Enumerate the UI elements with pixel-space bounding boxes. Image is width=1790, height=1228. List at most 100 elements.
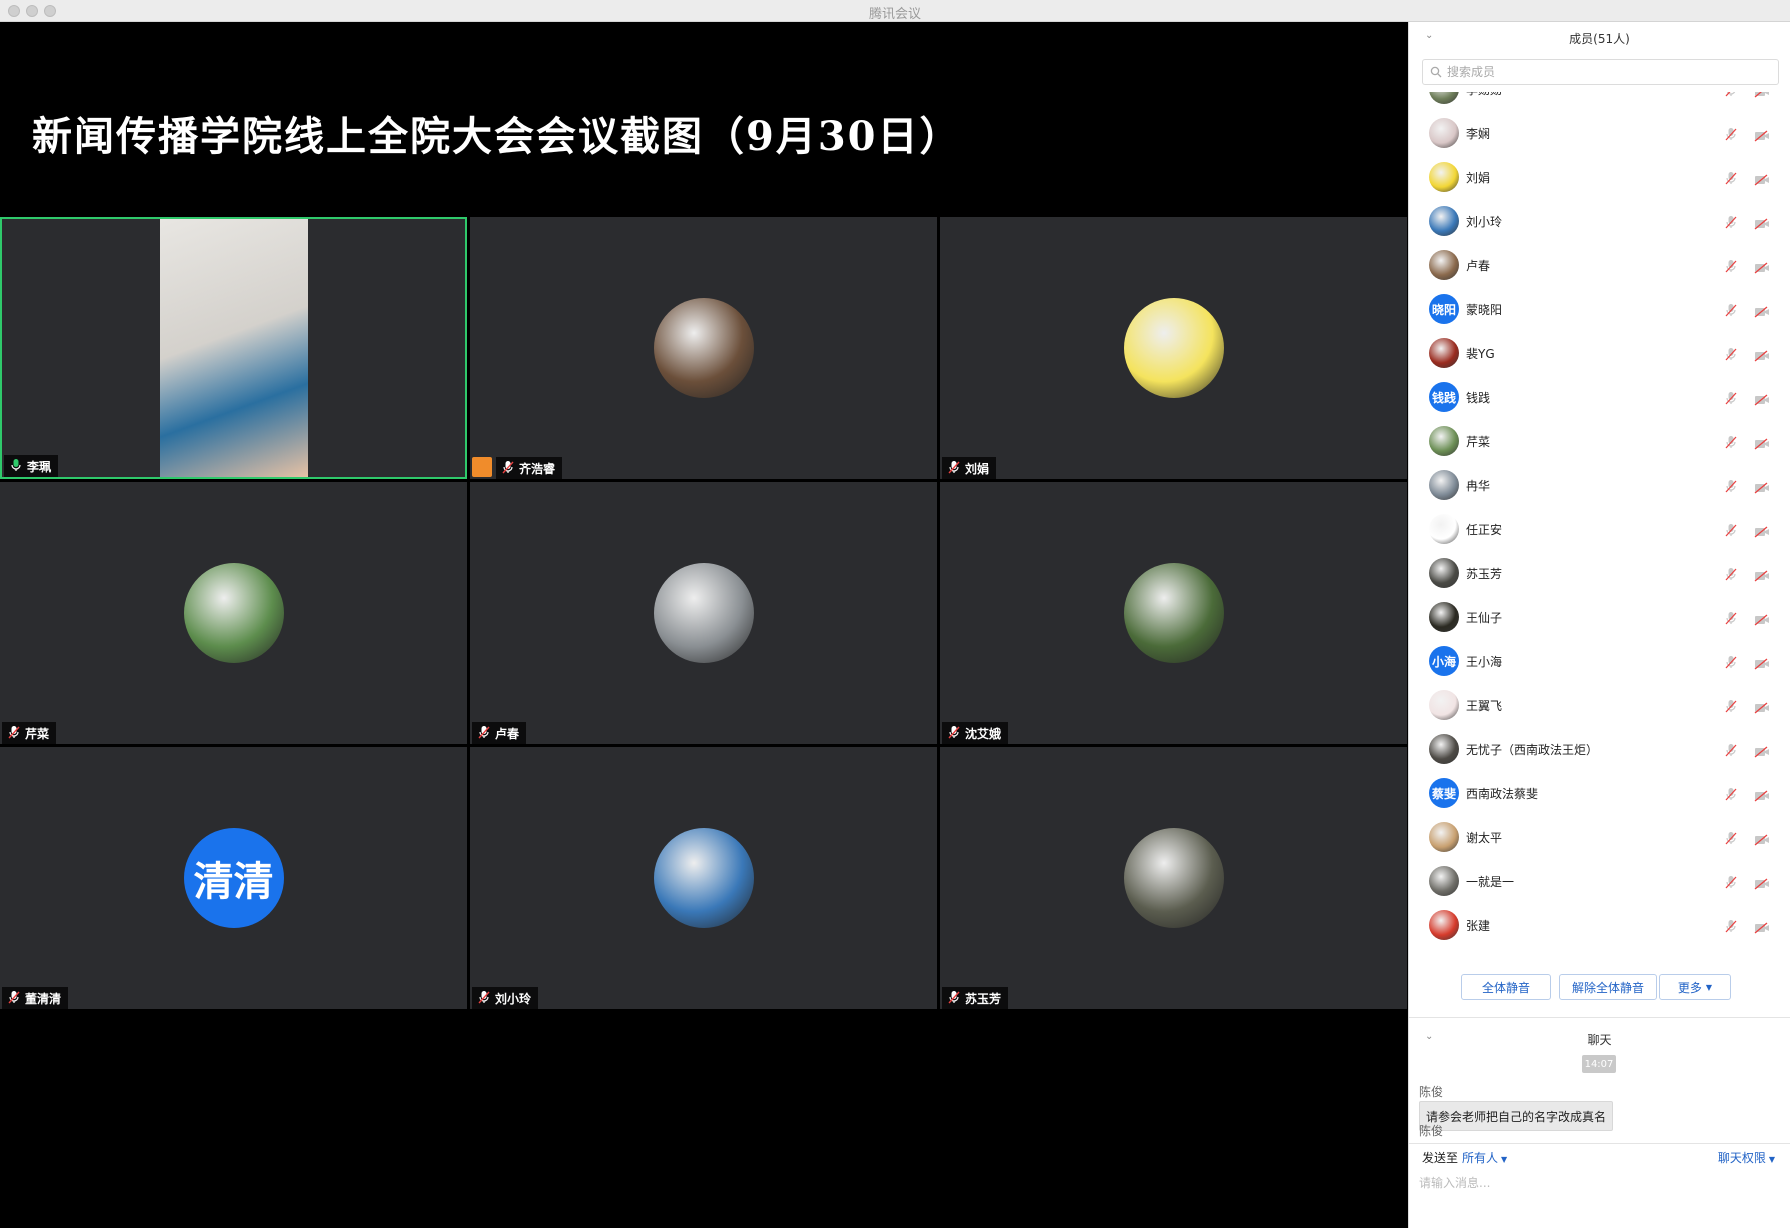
participant-name: 芹菜	[25, 726, 50, 741]
participant-name: 董清清	[25, 991, 62, 1006]
member-avatar	[1429, 514, 1459, 544]
mic-muted-icon[interactable]	[1725, 170, 1737, 189]
camera-off-icon[interactable]	[1754, 611, 1770, 630]
chat-permission-label: 聊天权限	[1717, 1151, 1766, 1165]
camera-off-icon[interactable]	[1754, 523, 1770, 542]
participant-label: 刘娟	[942, 457, 997, 479]
participant-avatar	[183, 563, 284, 663]
member-row[interactable]: 无忧子（西南政法王炬）	[1409, 728, 1790, 772]
dropdown-arrow-icon: ▼	[1501, 1155, 1508, 1164]
mic-muted-icon[interactable]	[1725, 742, 1737, 761]
participant-label: 卢春	[472, 722, 527, 744]
more-button[interactable]: 更多 ▼	[1659, 974, 1731, 1000]
member-row[interactable]: 张建	[1409, 904, 1790, 948]
mic-muted-icon[interactable]	[1725, 698, 1737, 717]
camera-off-icon[interactable]	[1754, 743, 1770, 762]
search-icon	[1430, 66, 1442, 78]
member-row[interactable]: 刘娟	[1409, 156, 1790, 200]
mic-muted-icon[interactable]	[1725, 434, 1737, 453]
video-tile[interactable]: 李珮	[0, 217, 467, 479]
member-row[interactable]: 任正安	[1409, 508, 1790, 552]
mic-muted-icon[interactable]	[1725, 830, 1737, 849]
participant-avatar: 清清	[183, 828, 284, 928]
mic-muted-icon[interactable]	[1725, 92, 1737, 101]
camera-off-icon[interactable]	[1754, 391, 1770, 410]
member-row[interactable]: 钱践 钱践	[1409, 376, 1790, 420]
member-avatar	[1429, 426, 1459, 456]
mic-muted-icon[interactable]	[1725, 786, 1737, 805]
member-row[interactable]: 刘小玲	[1409, 200, 1790, 244]
participant-avatar	[1123, 563, 1224, 663]
member-avatar	[1429, 338, 1459, 368]
mic-muted-icon[interactable]	[1725, 214, 1737, 233]
unmute-all-button[interactable]: 解除全体静音	[1559, 974, 1657, 1000]
mic-muted-icon[interactable]	[1725, 126, 1737, 145]
camera-off-icon[interactable]	[1754, 699, 1770, 718]
member-row[interactable]: 晓阳 蒙晓阳	[1409, 288, 1790, 332]
mic-muted-icon	[8, 725, 20, 742]
member-name: 王仙子	[1466, 611, 1503, 625]
mic-muted-icon[interactable]	[1725, 390, 1737, 409]
camera-off-icon[interactable]	[1754, 787, 1770, 806]
mic-muted-icon[interactable]	[1725, 874, 1737, 893]
video-tile[interactable]: 苏玉芳	[940, 747, 1407, 1009]
member-row[interactable]: 裴YG	[1409, 332, 1790, 376]
host-icon	[472, 457, 492, 477]
member-avatar: 钱践	[1429, 382, 1459, 412]
video-tile[interactable]: 刘小玲	[470, 747, 937, 1009]
mic-muted-icon[interactable]	[1725, 918, 1737, 937]
member-row[interactable]: 李勋勋	[1409, 92, 1790, 112]
member-row[interactable]: 蔡斐 西南政法蔡斐	[1409, 772, 1790, 816]
member-row[interactable]: 王仙子	[1409, 596, 1790, 640]
camera-off-icon[interactable]	[1754, 567, 1770, 586]
video-tile[interactable]: 齐浩睿	[470, 217, 937, 479]
member-row[interactable]: 冉华	[1409, 464, 1790, 508]
mic-muted-icon[interactable]	[1725, 346, 1737, 365]
mic-muted-icon	[948, 725, 960, 742]
member-row[interactable]: 卢春	[1409, 244, 1790, 288]
camera-off-icon[interactable]	[1754, 303, 1770, 322]
video-tile[interactable]: 沈艾娥	[940, 482, 1407, 744]
mute-all-button[interactable]: 全体静音	[1461, 974, 1551, 1000]
member-row[interactable]: 苏玉芳	[1409, 552, 1790, 596]
mic-muted-icon[interactable]	[1725, 522, 1737, 541]
mic-muted-icon[interactable]	[1725, 566, 1737, 585]
video-tile[interactable]: 清清董清清	[0, 747, 467, 1009]
camera-off-icon[interactable]	[1754, 215, 1770, 234]
mic-muted-icon[interactable]	[1725, 302, 1737, 321]
member-row[interactable]: 一就是一	[1409, 860, 1790, 904]
participant-label: 芹菜	[2, 722, 57, 744]
camera-off-icon[interactable]	[1754, 875, 1770, 894]
camera-off-icon[interactable]	[1754, 479, 1770, 498]
camera-off-icon[interactable]	[1754, 831, 1770, 850]
camera-off-icon[interactable]	[1754, 259, 1770, 278]
video-tile[interactable]: 刘娟	[940, 217, 1407, 479]
member-avatar	[1429, 118, 1459, 148]
member-row[interactable]: 小海 王小海	[1409, 640, 1790, 684]
video-tile[interactable]: 芹菜	[0, 482, 467, 744]
camera-off-icon[interactable]	[1754, 655, 1770, 674]
camera-off-icon[interactable]	[1754, 127, 1770, 146]
mic-muted-icon[interactable]	[1725, 654, 1737, 673]
mic-muted-icon[interactable]	[1725, 258, 1737, 277]
member-avatar	[1429, 162, 1459, 192]
chat-permission-select[interactable]: 聊天权限 ▼	[1718, 1149, 1775, 1166]
camera-off-icon[interactable]	[1754, 92, 1770, 102]
member-search-box[interactable]	[1422, 59, 1779, 85]
member-search-input[interactable]	[1447, 65, 1747, 79]
mic-muted-icon[interactable]	[1725, 478, 1737, 497]
member-row[interactable]: 李娴	[1409, 112, 1790, 156]
camera-off-icon[interactable]	[1754, 435, 1770, 454]
member-row[interactable]: 谢太平	[1409, 816, 1790, 860]
member-row[interactable]: 王翼飞	[1409, 684, 1790, 728]
mic-muted-icon[interactable]	[1725, 610, 1737, 629]
member-row[interactable]: 芹菜	[1409, 420, 1790, 464]
video-tile[interactable]: 卢春	[470, 482, 937, 744]
send-target-select[interactable]: 所有人 ▼	[1462, 1151, 1507, 1165]
camera-off-icon[interactable]	[1754, 347, 1770, 366]
chat-sender: 陈俊	[1419, 1085, 1444, 1099]
camera-off-icon[interactable]	[1754, 919, 1770, 938]
chat-input[interactable]	[1419, 1171, 1779, 1195]
member-avatar	[1429, 910, 1459, 940]
camera-off-icon[interactable]	[1754, 171, 1770, 190]
